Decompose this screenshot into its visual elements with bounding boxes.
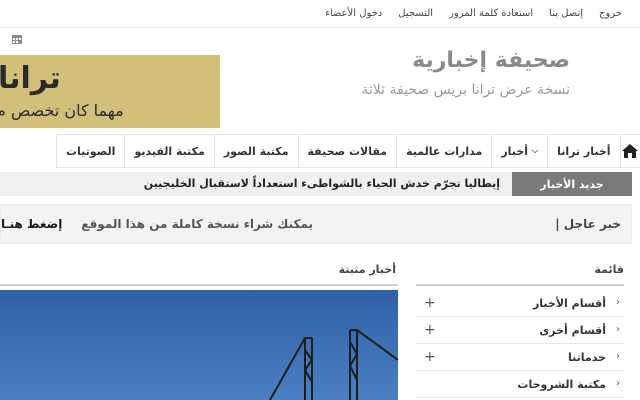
breaking-link[interactable]: إضغط هنـا [1,217,62,231]
menu-item-services[interactable]: › خدماتنا + [416,344,624,371]
nav-item-global[interactable]: مدارات عالمية [396,135,491,167]
top-bar: دخول الأعضاء التسجيل استعادة كلمة المرور… [0,0,640,28]
fixed-news-title: أخبار مثبتة [338,263,396,276]
menu-item-label: خدماتنا [568,351,606,364]
nav-item-photos[interactable]: مكتبة الصور [213,135,298,167]
plus-icon[interactable]: + [424,349,436,365]
contact-link[interactable]: إتصل بنا [549,8,583,19]
site-subtitle: نسخة عرض ترانا بريس صحيفة ثلاثة [361,82,570,98]
menu-item-label: أقسام أخرى [539,324,606,337]
nav-item-audio[interactable]: الصوتيات [56,135,124,167]
menu-item-news-sections[interactable]: › أقسام الأخبار + [416,290,624,317]
calendar-icon [12,35,22,44]
chevron-down-icon: ⌵ [531,146,539,155]
register-link[interactable]: التسجيل [398,8,433,19]
banner-headline: ترانا [0,61,61,96]
nav-item-label: مكتبة الصور [223,144,289,158]
nav-item-label: مقالات صحيفة [307,144,388,158]
menu-item-other-sections[interactable]: › أقسام أخرى + [416,317,624,344]
banner-tagline: مهما كان تخصص م [0,101,124,120]
section-divider [0,284,398,286]
news-ticker: جديد الأخبار إيطاليا تجرّم خدش الحياء با… [0,172,632,196]
menu-item-tutorials[interactable]: › مكتبة الشروحات [416,371,624,398]
home-button[interactable] [619,135,640,167]
nav-item-articles[interactable]: مقالات صحيفة [297,135,397,167]
menu-item-label: مكتبة الشروحات [517,378,606,391]
login-link[interactable]: دخول الأعضاء [325,8,382,19]
breaking-news-bar: خبر عاجل | يمكنك شراء نسخة كاملة من هذا … [0,204,632,244]
nav-item-label: أخبار ترانا [557,144,611,158]
breaking-label: خبر عاجل | [555,217,621,231]
chevron-right-icon: › [616,324,620,335]
nav-item-label: مكتبة الفيديو [134,144,205,158]
menu-item-label: أقسام الأخبار [532,297,606,310]
nav-item-news[interactable]: أخبار ⌵ [491,135,547,167]
chevron-right-icon: › [616,378,620,389]
recover-password-link[interactable]: استعادة كلمة المرور [449,8,533,19]
ticker-headline[interactable]: إيطاليا تجرّم خدش الحياء بالشواطىء استعد… [144,177,500,190]
cranes-illustration [269,329,398,400]
menu-divider [416,284,624,286]
plus-icon[interactable]: + [424,322,436,338]
logout-link[interactable]: خروج [599,8,622,19]
ticker-label: جديد الأخبار [512,172,632,196]
main-nav: أخبار ترانا أخبار ⌵ مدارات عالمية مقالات … [56,134,640,168]
featured-photo[interactable] [0,290,398,400]
menu-title: قائمة [594,263,624,276]
nav-item-videos[interactable]: مكتبة الفيديو [124,135,213,167]
plus-icon[interactable]: + [424,295,436,311]
nav-item-label: أخبار [501,144,528,158]
chevron-right-icon: › [616,351,620,362]
nav-item-label: الصوتيات [66,144,116,158]
sidebar-menu: › أقسام الأخبار + › أقسام أخرى + › خدمات… [416,290,624,398]
ad-banner[interactable]: ترانا مهما كان تخصص م [0,55,220,128]
breaking-text: يمكنك شراء نسخة كاملة من هذا الموقع [81,217,313,231]
chevron-right-icon: › [616,297,620,308]
nav-item-tarana-news[interactable]: أخبار ترانا [547,135,620,167]
nav-item-label: مدارات عالمية [406,144,483,158]
site-title[interactable]: صحيفة إخبارية [412,48,570,73]
home-icon [622,144,639,158]
top-links: دخول الأعضاء التسجيل استعادة كلمة المرور… [325,8,622,19]
